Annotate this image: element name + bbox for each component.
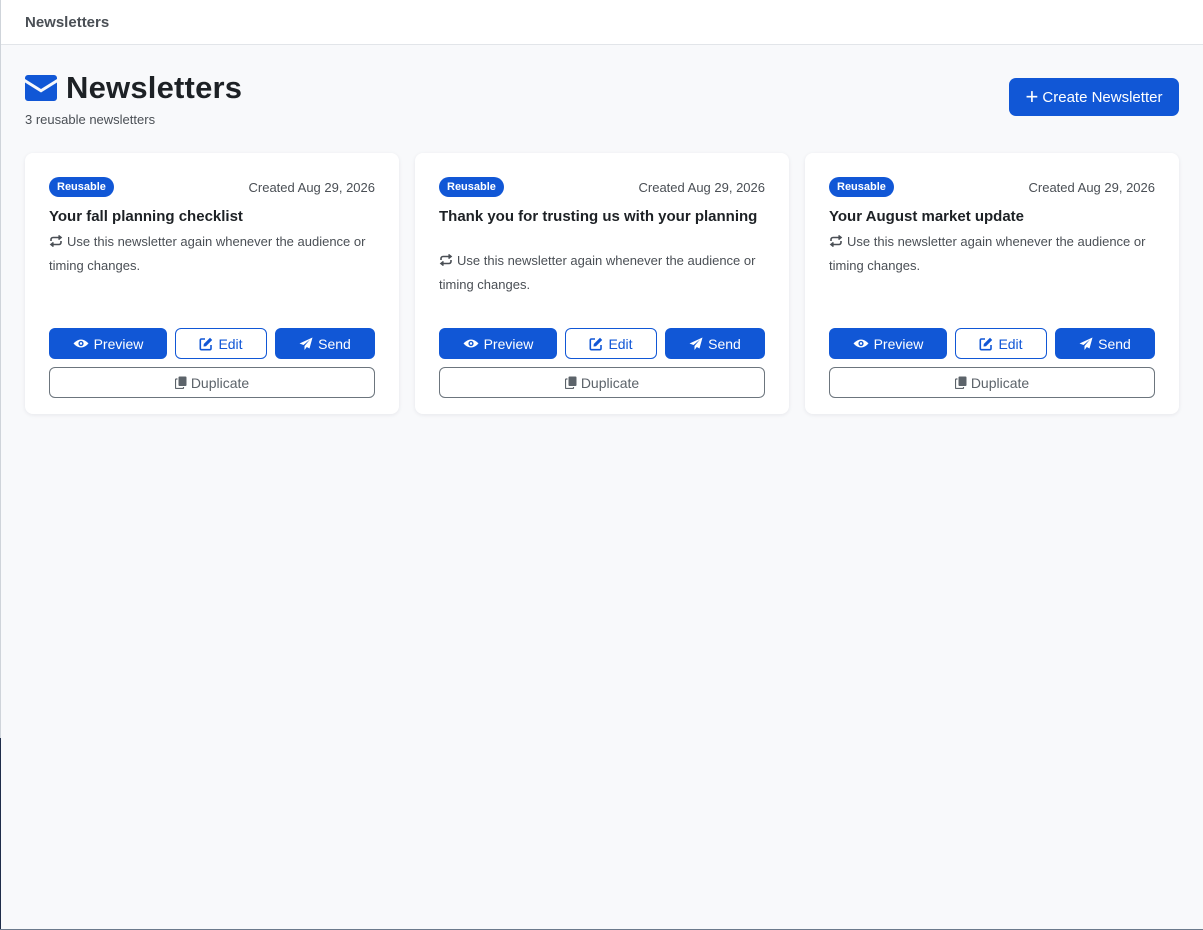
eye-icon xyxy=(853,339,869,348)
create-newsletter-button[interactable]: + Create Newsletter xyxy=(1009,78,1179,116)
eye-icon xyxy=(73,339,89,348)
edit-button[interactable]: Edit xyxy=(955,328,1047,359)
send-button[interactable]: Send xyxy=(275,328,375,359)
page-title-row: Newsletters xyxy=(25,70,242,106)
repeat-icon xyxy=(829,235,843,247)
description-text: Use this newsletter again whenever the a… xyxy=(49,234,366,273)
edit-icon xyxy=(199,337,213,350)
window-frame-left-dark xyxy=(0,738,1,930)
plus-icon: + xyxy=(1025,84,1039,109)
edit-label: Edit xyxy=(218,335,243,352)
send-label: Send xyxy=(708,335,741,352)
edit-label: Edit xyxy=(608,335,633,352)
created-date: Created Aug 29, 2026 xyxy=(1028,180,1156,195)
edit-icon xyxy=(589,337,603,350)
paper-plane-icon xyxy=(299,337,313,350)
newsletter-description: Use this newsletter again whenever the a… xyxy=(49,230,375,278)
page-subtitle: 3 reusable newsletters xyxy=(25,112,156,127)
created-date: Created Aug 29, 2026 xyxy=(638,180,766,195)
newsletter-description: Use this newsletter again whenever the a… xyxy=(439,249,765,297)
newsletter-title: Your August market update xyxy=(829,208,1025,225)
newsletter-description: Use this newsletter again whenever the a… xyxy=(829,230,1155,278)
newsletter-title: Your fall planning checklist xyxy=(49,208,243,225)
reusable-badge: Reusable xyxy=(49,177,114,197)
newsletter-card: Reusable Created Aug 29, 2026 Thank you … xyxy=(415,153,789,414)
card-actions: Preview Edit Send xyxy=(439,328,765,359)
edit-button[interactable]: Edit xyxy=(565,328,657,359)
duplicate-label: Duplicate xyxy=(970,374,1030,391)
card-actions: Preview Edit Send xyxy=(49,328,375,359)
send-label: Send xyxy=(318,335,351,352)
envelope-icon xyxy=(25,75,57,101)
created-date: Created Aug 29, 2026 xyxy=(248,180,376,195)
description-text: Use this newsletter again whenever the a… xyxy=(439,253,756,292)
top-bar: Newsletters xyxy=(1,0,1203,45)
paper-plane-icon xyxy=(1079,337,1093,350)
preview-button[interactable]: Preview xyxy=(49,328,167,359)
newsletter-card: Reusable Created Aug 29, 2026 Your fall … xyxy=(25,153,399,414)
page-header: Newsletters 3 reusable newsletters xyxy=(25,70,242,127)
duplicate-label: Duplicate xyxy=(190,374,250,391)
copy-icon xyxy=(954,376,967,389)
duplicate-button[interactable]: Duplicate xyxy=(829,367,1155,398)
duplicate-button[interactable]: Duplicate xyxy=(49,367,375,398)
preview-label: Preview xyxy=(873,335,924,352)
paper-plane-icon xyxy=(689,337,703,350)
preview-label: Preview xyxy=(483,335,534,352)
repeat-icon xyxy=(439,254,453,266)
edit-label: Edit xyxy=(998,335,1023,352)
preview-button[interactable]: Preview xyxy=(439,328,557,359)
send-label: Send xyxy=(1098,335,1131,352)
duplicate-label: Duplicate xyxy=(580,374,640,391)
preview-button[interactable]: Preview xyxy=(829,328,947,359)
card-actions: Preview Edit Send xyxy=(829,328,1155,359)
preview-label: Preview xyxy=(93,335,144,352)
newsletter-title: Thank you for trusting us with your plan… xyxy=(439,208,758,225)
copy-icon xyxy=(174,376,187,389)
repeat-icon xyxy=(49,235,63,247)
reusable-badge: Reusable xyxy=(829,177,894,197)
topbar-title: Newsletters xyxy=(25,14,110,31)
edit-icon xyxy=(979,337,993,350)
description-text: Use this newsletter again whenever the a… xyxy=(829,234,1146,273)
edit-button[interactable]: Edit xyxy=(175,328,267,359)
eye-icon xyxy=(463,339,479,348)
send-button[interactable]: Send xyxy=(1055,328,1155,359)
page-title: Newsletters xyxy=(66,70,243,105)
duplicate-button[interactable]: Duplicate xyxy=(439,367,765,398)
create-newsletter-label: Create Newsletter xyxy=(1042,88,1163,106)
send-button[interactable]: Send xyxy=(665,328,765,359)
reusable-badge: Reusable xyxy=(439,177,504,197)
newsletter-card: Reusable Created Aug 29, 2026 Your Augus… xyxy=(805,153,1179,414)
copy-icon xyxy=(564,376,577,389)
